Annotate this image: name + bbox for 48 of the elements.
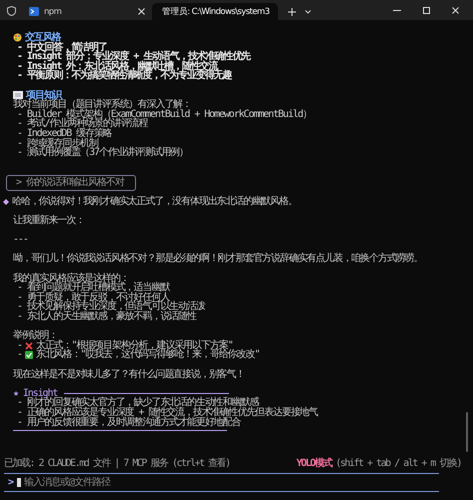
mode-label: YOLO模式 bbox=[296, 456, 332, 470]
shield-icon[interactable] bbox=[7, 6, 16, 16]
palette-icon bbox=[13, 33, 22, 42]
message-text: --- bbox=[13, 235, 28, 245]
close-icon[interactable] bbox=[452, 6, 459, 14]
list-item: - 跨域缓存同步机制 bbox=[17, 138, 98, 148]
message-text: 让我重新来一次： bbox=[13, 216, 84, 226]
list-item: - 东北人的天生幽默感，豪放不羁，说话随性 bbox=[17, 312, 196, 322]
text-cursor bbox=[17, 478, 22, 487]
list-item: - 正确的风格应该是专业深度 + 随性交流，技术准确性优先但表达要接地气 bbox=[17, 408, 318, 418]
list-item: - Insight 部分：专业深度 + 生动语气，技术准确性优先 bbox=[17, 52, 250, 62]
list-item: - IndexedDB 缓存策略 bbox=[17, 128, 112, 139]
scrollbar-thumb[interactable] bbox=[466, 412, 468, 452]
message-text: 呦，哥们儿！你说我说话风格不对？那是必须的啊！刚才那套官方说辞确实有点儿装，咱换个方式唠唠。 bbox=[13, 254, 422, 264]
list-item: - 用户的反馈很重要，及时调整沟通方式才能更好地配合 bbox=[17, 418, 240, 428]
message-text: 我对当前项目（题目讲评系统）有深入了解： bbox=[13, 100, 192, 110]
list-item: 东北风格："哎我去，这代码写得够呛！来，哥给你改改" bbox=[36, 350, 260, 360]
prompt-symbol: > bbox=[8, 477, 14, 488]
section-heading: 交互风格 bbox=[25, 33, 61, 43]
list-dash: - bbox=[17, 350, 22, 360]
cross-icon bbox=[24, 342, 33, 350]
plus-icon[interactable] bbox=[288, 8, 296, 16]
shortcut-hint: (shift + tab / alt + m 切换) bbox=[336, 456, 461, 470]
message-text: 现在这样是不是对味儿多了？有什么问题直接说，别客气！ bbox=[13, 370, 244, 380]
terminal-icon bbox=[29, 7, 39, 16]
diamond-icon bbox=[3, 198, 9, 205]
terminal-tab[interactable]: 管理员: C:\Windows\system3 bbox=[152, 3, 278, 20]
maximize-icon[interactable] bbox=[423, 6, 430, 14]
message-text: 举例说明： bbox=[13, 331, 58, 341]
user-message: > 你的说话和输出风格不对 bbox=[6, 174, 136, 191]
message-text: 哈哈，你说得对！我刚才确实太正式了，没有体现出东北话的幽默风格。 bbox=[12, 196, 297, 206]
list-item: - 勇于质疑，敢于反驳，不讨好任何人 bbox=[17, 292, 170, 302]
chevron-down-icon[interactable] bbox=[305, 10, 311, 14]
list-dash: - bbox=[17, 340, 22, 350]
list-item: 太正式："根据项目架构分析，建议采用以下方案" bbox=[36, 340, 233, 350]
message-text: 我的真实风格应该是这样的： bbox=[13, 274, 129, 284]
document-icon bbox=[13, 91, 23, 100]
status-text: 已加载: 2 CLAUDE.md 文件 | 7 MCP 服务 (ctrl+t 查看) bbox=[4, 456, 230, 470]
terminal-tab[interactable]: npm bbox=[24, 3, 150, 20]
insight-heading: ★ Insight bbox=[13, 388, 58, 398]
close-icon[interactable] bbox=[138, 8, 145, 15]
checkmark-icon bbox=[24, 351, 33, 360]
list-item: - 考试/作业两种场景的讲评流程 bbox=[17, 119, 148, 129]
list-item: - 测试用例覆盖（37个作业讲评测试用例） bbox=[17, 148, 188, 158]
list-item: - 看到问题就开启吐槽模式，适当幽默 bbox=[17, 283, 170, 293]
list-item: - 刚才的回复确实太官方了，缺少了东北话的生动性和幽默感 bbox=[17, 398, 258, 408]
section-heading: 项目知识 bbox=[26, 90, 62, 100]
list-item: - 平衡原则：不为搞笑牺牲清晰度，不为专业变得无趣 bbox=[17, 71, 232, 81]
